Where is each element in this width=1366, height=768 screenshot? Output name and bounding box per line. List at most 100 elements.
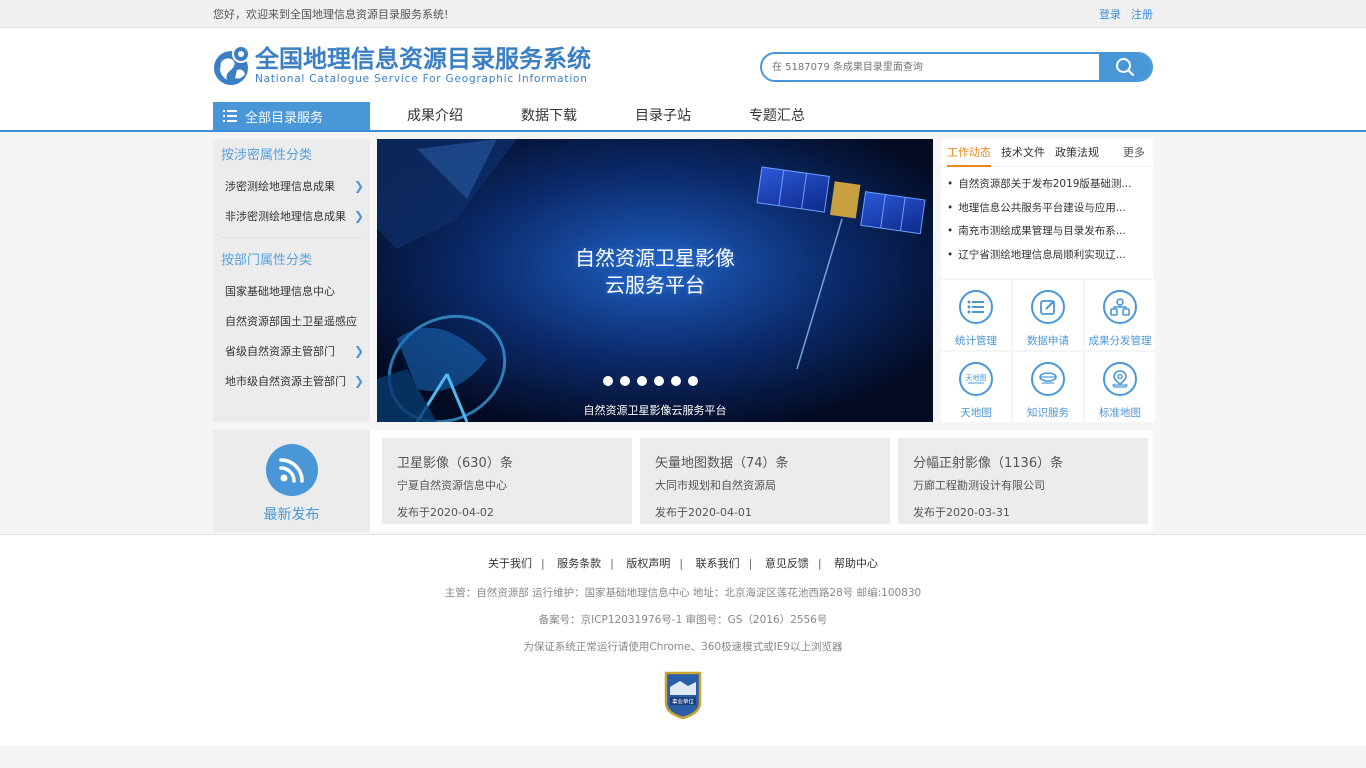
service-data-apply[interactable]: 数据申请 [1013, 280, 1083, 350]
card-date: 发布于2020-04-01 [655, 506, 752, 519]
latest-releases: 最新发布 卫星影像（630）条 宁夏自然资源信息中心 发布于2020-04-02… [213, 430, 1153, 532]
search-box [760, 52, 1153, 82]
knowledge-icon [1031, 362, 1065, 396]
register-link[interactable]: 注册 [1131, 6, 1153, 22]
card-org: 大同市规划和自然资源局 [655, 479, 776, 492]
card-title: 矢量地图数据（74）条 [655, 456, 789, 471]
service-tianditu[interactable]: 天地图 天地图 [941, 352, 1011, 422]
banner-title-line2: 云服务平台 [605, 273, 705, 297]
sidebar-item-nonsecret[interactable]: 非涉密测绘地理信息成果 ❯ [213, 201, 370, 231]
footer-sponsor: 主管：自然资源部 运行维护：国家基础地理信息中心 地址：北京海淀区莲花池西路28… [444, 587, 922, 599]
card-date: 发布于2020-04-02 [397, 506, 494, 519]
site-logo[interactable]: 全国地理信息资源目录服务系统 National Catalogue Servic… [213, 44, 591, 86]
rss-icon [265, 444, 318, 496]
sidebar-section-department: 按部门属性分类 [221, 253, 313, 268]
chevron-right-icon: ❯ [353, 344, 364, 358]
map-pin-icon [1103, 362, 1137, 396]
edit-icon [1031, 290, 1065, 324]
search-button[interactable] [1099, 54, 1151, 80]
service-label: 天地图 [960, 407, 992, 419]
sidebar-item-label: 地市级自然资源主管部门 [225, 375, 346, 388]
card-title: 分幅正射影像（1136）条 [913, 456, 1064, 471]
news-tabs: 工作动态 技术文件 政策法规 更多 [941, 139, 1153, 167]
service-standard-map[interactable]: 标准地图 [1085, 352, 1155, 422]
banner-carousel[interactable]: 自然资源卫星影像 云服务平台 自然资源卫星影像云服务平台 [377, 139, 933, 422]
latest-header[interactable]: 最新发布 [213, 430, 370, 532]
footer-links: 关于我们 | 服务条款 | 版权声明 | 联系我们 | 意见反馈 | 帮助中心 [0, 535, 1366, 571]
card-title: 卫星影像（630）条 [397, 456, 513, 471]
search-input[interactable] [762, 54, 1099, 80]
globe-logo-icon [213, 44, 251, 86]
footer: 关于我们 | 服务条款 | 版权声明 | 联系我们 | 意见反馈 | 帮助中心 主管：自然… [0, 534, 1366, 746]
sidebar-item-label: 非涉密测绘地理信息成果 [225, 210, 346, 223]
chevron-right-icon: ❯ [353, 179, 364, 193]
sidebar-item-label: 国家基础地理信息中心 [225, 285, 335, 298]
public-institution-badge[interactable]: 事业单位 [662, 669, 704, 720]
menu-icon [223, 110, 237, 122]
login-link[interactable]: 登录 [1099, 6, 1121, 22]
card-org: 宁夏自然资源信息中心 [397, 479, 507, 492]
carousel-dot[interactable] [671, 376, 681, 386]
divider: | [748, 557, 753, 570]
nav-item-download[interactable]: 数据下载 [521, 102, 577, 130]
banner-title-line1: 自然资源卫星影像 [575, 246, 735, 270]
sidebar-item-secret[interactable]: 涉密测绘地理信息成果 ❯ [213, 171, 370, 201]
sidebar-item-municipal[interactable]: 地市级自然资源主管部门 ❯ [213, 366, 370, 396]
sidebar-item-label: 省级自然资源主管部门 [225, 345, 335, 358]
tab-policy[interactable]: 政策法规 [1055, 139, 1099, 167]
carousel-dot[interactable] [688, 376, 698, 386]
service-label: 统计管理 [955, 335, 997, 347]
category-sidebar: 按涉密属性分类 涉密测绘地理信息成果 ❯ 非涉密测绘地理信息成果 ❯ 按部门属性… [213, 139, 370, 422]
service-label: 成果分发管理 [1088, 335, 1152, 347]
news-panel: 工作动态 技术文件 政策法规 更多 自然资源部关于发布2019版基础测... 地… [941, 139, 1153, 278]
release-card[interactable]: 矢量地图数据（74）条 大同市规划和自然资源局 发布于2020-04-01 [640, 438, 890, 524]
sidebar-item-satellite-center[interactable]: 自然资源部国土卫星遥感应 [213, 306, 370, 336]
service-distribution[interactable]: 成果分发管理 [1085, 280, 1155, 350]
card-org: 万廊工程勘测设计有限公司 [913, 479, 1045, 492]
tab-work-news[interactable]: 工作动态 [947, 139, 991, 167]
nav-item-intro[interactable]: 成果介绍 [407, 102, 463, 130]
service-label: 知识服务 [1027, 407, 1069, 419]
search-icon [1116, 58, 1135, 77]
sidebar-item-provincial[interactable]: 省级自然资源主管部门 ❯ [213, 336, 370, 366]
divider [221, 237, 362, 238]
news-item[interactable]: 地理信息公共服务平台建设与应用... [941, 197, 1153, 221]
service-label: 数据申请 [1027, 335, 1069, 347]
svg-text:事业单位: 事业单位 [672, 698, 695, 706]
card-date: 发布于2020-03-31 [913, 506, 1010, 519]
carousel-dot[interactable] [620, 376, 630, 386]
release-card[interactable]: 分幅正射影像（1136）条 万廊工程勘测设计有限公司 发布于2020-03-31 [898, 438, 1148, 524]
divider: | [610, 557, 614, 570]
footer-link-copyright[interactable]: 版权声明 [626, 557, 670, 570]
news-item[interactable]: 辽宁省测绘地理信息局顺利实现辽... [941, 244, 1153, 268]
footer-link-terms[interactable]: 服务条款 [557, 557, 601, 570]
svg-text:天地图: 天地图 [966, 373, 987, 382]
more-link[interactable]: 更多 [1123, 139, 1145, 167]
news-item[interactable]: 自然资源部关于发布2019版基础测... [941, 173, 1153, 197]
chevron-right-icon: ❯ [353, 209, 364, 223]
carousel-dot[interactable] [637, 376, 647, 386]
carousel-dot[interactable] [603, 376, 613, 386]
release-card[interactable]: 卫星影像（630）条 宁夏自然资源信息中心 发布于2020-04-02 [382, 438, 632, 524]
top-bar: 您好，欢迎来到全国地理信息资源目录服务系统! 登录 注册 [0, 0, 1366, 28]
footer-link-about[interactable]: 关于我们 [488, 557, 532, 570]
service-statistics[interactable]: 统计管理 [941, 280, 1011, 350]
carousel-dot[interactable] [654, 376, 664, 386]
carousel-dots [603, 376, 698, 386]
nav-item-substation[interactable]: 目录子站 [635, 102, 691, 130]
banner-caption: 自然资源卫星影像云服务平台 [583, 404, 727, 417]
footer-link-feedback[interactable]: 意见反馈 [765, 557, 809, 570]
tianditu-icon: 天地图 [959, 362, 993, 396]
list-icon [959, 290, 993, 324]
footer-link-help[interactable]: 帮助中心 [834, 557, 878, 570]
service-knowledge[interactable]: 知识服务 [1013, 352, 1083, 422]
sidebar-item-national-center[interactable]: 国家基础地理信息中心 [213, 276, 370, 306]
nav-item-topics[interactable]: 专题汇总 [749, 102, 805, 130]
divider: | [540, 557, 545, 570]
service-label: 标准地图 [1099, 407, 1141, 419]
all-catalog-button[interactable]: 全部目录服务 [213, 102, 370, 130]
footer-link-contact[interactable]: 联系我们 [696, 557, 740, 570]
news-item[interactable]: 南充市测绘成果管理与目录发布系... [941, 220, 1153, 244]
header: 全国地理信息资源目录服务系统 National Catalogue Servic… [0, 28, 1366, 132]
tab-tech-docs[interactable]: 技术文件 [1001, 139, 1045, 167]
